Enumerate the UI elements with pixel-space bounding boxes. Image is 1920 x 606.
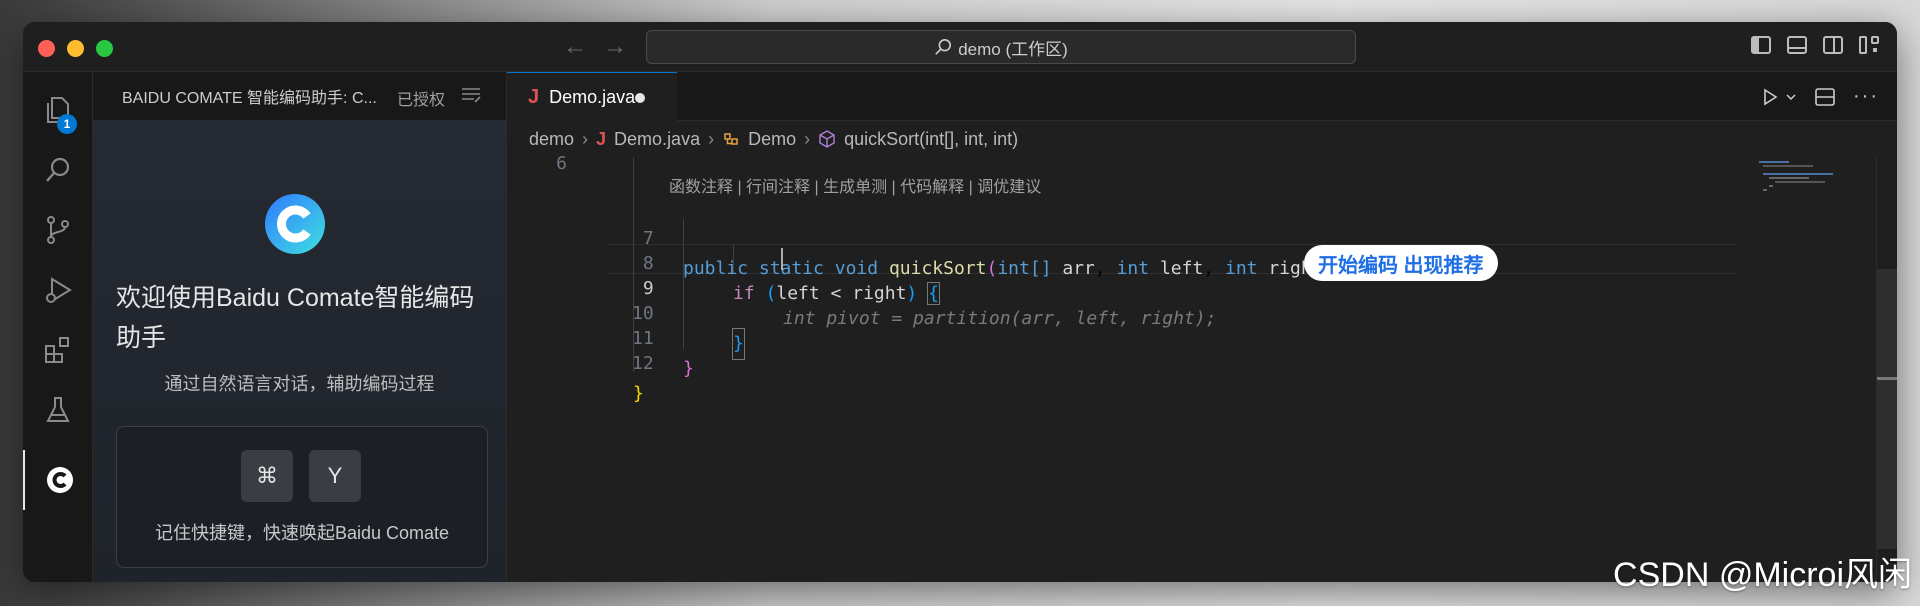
welcome-title: 欢迎使用Baidu Comate智能编码助手 [116, 284, 475, 352]
flask-icon [45, 397, 70, 422]
explorer-button[interactable]: 1 [23, 80, 92, 140]
maximize-window-button[interactable] [96, 40, 113, 57]
menu-icon[interactable] [461, 87, 481, 103]
search-icon [935, 38, 952, 55]
breadcrumb-method[interactable]: quickSort(int[], int, int) [844, 129, 1018, 150]
chevron-down-icon[interactable] [1785, 91, 1797, 103]
vertical-scrollbar[interactable] [1876, 157, 1897, 582]
comate-logo-icon [46, 467, 73, 493]
unsaved-dot-icon[interactable] [635, 93, 645, 103]
chevron-right-icon: › [708, 128, 715, 149]
sidebar-body: 欢迎使用Baidu Comate智能编码助手 通过自然语言对话，辅助编码过程 ⌘… [93, 120, 506, 582]
toggle-primary-sidebar-icon[interactable] [1751, 36, 1771, 54]
editor-tabs: J Demo.java ··· [507, 72, 1897, 121]
tab-label: Demo.java [549, 86, 636, 107]
sidebar-header: BAIDU COMATE 智能编码助手: C... 已授权 [93, 72, 506, 120]
search-view-button[interactable] [23, 140, 92, 200]
search-icon [45, 157, 69, 182]
vscode-window: ← → demo (工作区) 1 BAIDU COMATE 智能编码助手: C.… [23, 22, 1897, 582]
code-line-12: 12 } [507, 319, 1897, 404]
comate-logo [265, 194, 325, 254]
text-cursor [781, 248, 783, 270]
command-center-label: demo (工作区) [958, 39, 1068, 59]
more-actions-icon[interactable]: ··· [1853, 85, 1879, 108]
scrollbar-thumb[interactable] [1877, 269, 1897, 549]
editor-actions: ··· [1761, 85, 1879, 108]
source-control-button[interactable] [23, 200, 92, 260]
key-command: ⌘ [241, 450, 293, 502]
code-editor[interactable]: 6 函数注释 | 行间注释 | 生成单测 | 代码解释 | 调优建议 7 pub… [507, 153, 1897, 582]
key-y: Y [309, 450, 361, 502]
java-file-icon: J [596, 128, 607, 149]
extensions-button[interactable] [23, 320, 92, 380]
testing-button[interactable] [23, 380, 92, 440]
run-icon[interactable] [1761, 88, 1779, 106]
method-icon [819, 130, 835, 148]
sidebar-title: BAIDU COMATE 智能编码助手: C... [122, 90, 377, 107]
scrollbar-cursor-marker [1877, 377, 1897, 380]
breadcrumb-file[interactable]: Demo.java [614, 129, 700, 150]
minimap[interactable] [1757, 159, 1857, 209]
minimize-window-button[interactable] [67, 40, 84, 57]
title-bar: ← → demo (工作区) [23, 22, 1897, 72]
command-center-search[interactable]: demo (工作区) [646, 30, 1356, 64]
back-arrow-icon[interactable]: ← [563, 33, 587, 61]
chevron-right-icon: › [582, 128, 589, 149]
breadcrumb: demo › J Demo.java › Demo › quickSort(in… [507, 121, 1897, 157]
welcome-subtitle: 通过自然语言对话，辅助编码过程 [164, 374, 435, 394]
layout-controls [1751, 36, 1879, 54]
source-control-icon [46, 216, 69, 244]
customize-layout-icon[interactable] [1859, 36, 1879, 54]
run-debug-icon [45, 277, 72, 303]
forward-arrow-icon[interactable]: → [603, 33, 627, 61]
close-window-button[interactable] [38, 40, 55, 57]
auth-status[interactable]: 已授权 [397, 86, 445, 110]
java-file-icon: J [528, 85, 540, 108]
chevron-right-icon: › [804, 128, 811, 149]
tab-demo-java[interactable]: J Demo.java [507, 72, 677, 121]
comate-sidebar: BAIDU COMATE 智能编码助手: C... 已授权 欢迎使用Baidu … [93, 72, 507, 582]
comate-button[interactable] [23, 450, 94, 510]
split-editor-icon[interactable] [1815, 87, 1835, 106]
breadcrumb-folder[interactable]: demo [529, 129, 574, 150]
line-number: 12 [632, 353, 654, 374]
watermark: CSDN @Microi风闲 [1613, 556, 1912, 594]
toggle-secondary-sidebar-icon[interactable] [1823, 36, 1843, 54]
class-icon [724, 133, 738, 145]
shortcut-card: ⌘ Y 记住快捷键，快速唤起Baidu Comate [116, 426, 488, 568]
breadcrumb-class[interactable]: Demo [748, 129, 796, 150]
extensions-icon [44, 337, 69, 363]
editor-area: J Demo.java ··· demo › J Demo.java › Dem… [507, 72, 1897, 582]
toggle-panel-icon[interactable] [1787, 36, 1807, 54]
run-debug-button[interactable] [23, 260, 92, 320]
explorer-badge: 1 [57, 114, 77, 134]
shortcut-hint: 记住快捷键，快速唤起Baidu Comate [154, 523, 450, 543]
line-number: 6 [556, 153, 567, 174]
activity-bar: 1 [23, 72, 93, 582]
